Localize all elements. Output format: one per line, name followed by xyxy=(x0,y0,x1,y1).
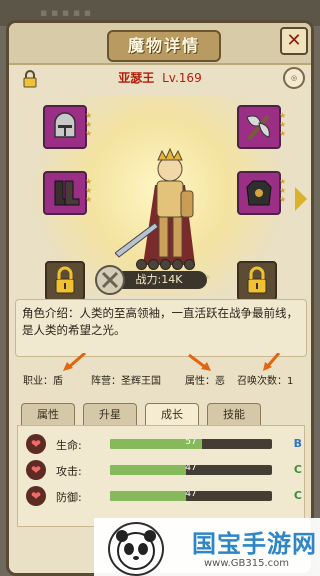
hero-name: 亚瑟王 xyxy=(118,71,155,85)
stat-row-hp: ❤ 生命: 57 B xyxy=(26,434,302,454)
stat-value: 57 xyxy=(185,439,197,447)
stat-bar: 47 xyxy=(110,491,272,501)
stat-bar: 57 xyxy=(110,439,272,449)
badge-icon[interactable]: ◎ xyxy=(283,67,305,89)
rating-dot xyxy=(136,259,147,270)
boots-icon xyxy=(54,180,80,206)
rating-dot xyxy=(148,259,159,270)
armor-icon xyxy=(246,180,272,206)
next-arrow-icon[interactable] xyxy=(295,187,307,211)
equip-slot-helmet[interactable]: ★ ★ ★ xyxy=(43,105,92,149)
padlock-icon xyxy=(55,266,75,294)
crossed-swords-icon xyxy=(95,265,125,295)
attr-info: 属性：恶 xyxy=(185,376,225,387)
slot-stars: ★ ★ ★ xyxy=(279,177,287,204)
camp-info: 阵营：圣辉王国 xyxy=(91,376,161,387)
slot-stars: ★ ★ ★ xyxy=(279,111,287,138)
helmet-icon xyxy=(54,112,76,138)
stat-label: 防御: xyxy=(56,491,82,504)
hero-description: 角色介绍：人类的至高领袖，一直活跃在战争最前线，是人类的希望之光。 xyxy=(22,306,298,337)
stat-grade: B xyxy=(293,437,302,450)
rating-dot xyxy=(160,259,171,270)
stat-label: 生命: xyxy=(56,439,82,452)
title-bar: 魔物详情 ✕ xyxy=(9,23,311,65)
stat-value: 47 xyxy=(185,491,197,499)
stat-grade: C xyxy=(293,489,302,502)
background-ghost-text: ▪ ▪ ▪ ▪ ▪ xyxy=(40,6,92,19)
stat-label: 攻击: xyxy=(56,465,82,478)
summon-count: 召唤次数：1 xyxy=(237,376,294,387)
heart-icon: ❤ xyxy=(26,434,46,454)
watermark-title: 国宝手游网 xyxy=(192,530,317,558)
slot-stars: ★ ★ ★ xyxy=(85,111,93,138)
description-box: 角色介绍：人类的至高领袖，一直活跃在战争最前线，是人类的希望之光。 xyxy=(15,299,307,357)
equip-slot-boots[interactable]: ★ ★ ★ xyxy=(43,171,92,215)
power-value: 战力:14K xyxy=(111,271,207,289)
locked-slot-right[interactable] xyxy=(237,261,277,301)
growth-stats: ❤ 生命: 57 B ❤ 攻击: 47 C ❤ 防御: 47 C xyxy=(17,425,305,527)
padlock-icon xyxy=(247,266,267,294)
equip-slot-armor[interactable]: ★ ★ ★ xyxy=(237,171,286,215)
stat-row-attack: ❤ 攻击: 47 C xyxy=(26,460,302,480)
locked-slot-left[interactable] xyxy=(45,261,85,301)
rating-dot xyxy=(172,259,183,270)
info-row: 职业：盾 阵营：圣辉王国 属性：恶 召唤次数：1 xyxy=(15,370,305,388)
tab-attributes[interactable]: 属性 xyxy=(21,403,75,426)
monster-detail-panel: 魔物详情 ✕ 亚瑟王 Lv.169 ◎ ★ ★ ★ ★ ★ ★ ★ ★ ★ ★ … xyxy=(6,20,314,576)
heart-icon: ❤ xyxy=(26,486,46,506)
watermark-url: www.GB315.com xyxy=(204,558,290,569)
rating-dot xyxy=(184,259,195,270)
tab-growth[interactable]: 成长 xyxy=(145,403,199,426)
heart-icon: ❤ xyxy=(26,460,46,480)
close-button[interactable]: ✕ xyxy=(280,27,308,55)
hero-name-row: 亚瑟王 Lv.169 xyxy=(9,69,311,86)
watermark-banner: 国宝手游网 www.GB315.com xyxy=(94,518,320,576)
window-title: 魔物详情 xyxy=(107,30,221,62)
axe-icon xyxy=(246,114,270,141)
hero-level: Lv.169 xyxy=(162,71,202,85)
tab-star-up[interactable]: 升星 xyxy=(83,403,137,426)
tab-skills[interactable]: 技能 xyxy=(207,403,261,426)
panda-logo-icon xyxy=(108,522,164,576)
job-info: 职业：盾 xyxy=(23,376,63,387)
stat-row-defense: ❤ 防御: 47 C xyxy=(26,486,302,506)
stat-value: 47 xyxy=(185,465,197,473)
stat-bar: 47 xyxy=(110,465,272,475)
equip-slot-weapon[interactable]: ★ ★ ★ xyxy=(237,105,286,149)
slot-stars: ★ ★ ★ xyxy=(85,177,93,204)
stat-grade: C xyxy=(293,463,302,476)
